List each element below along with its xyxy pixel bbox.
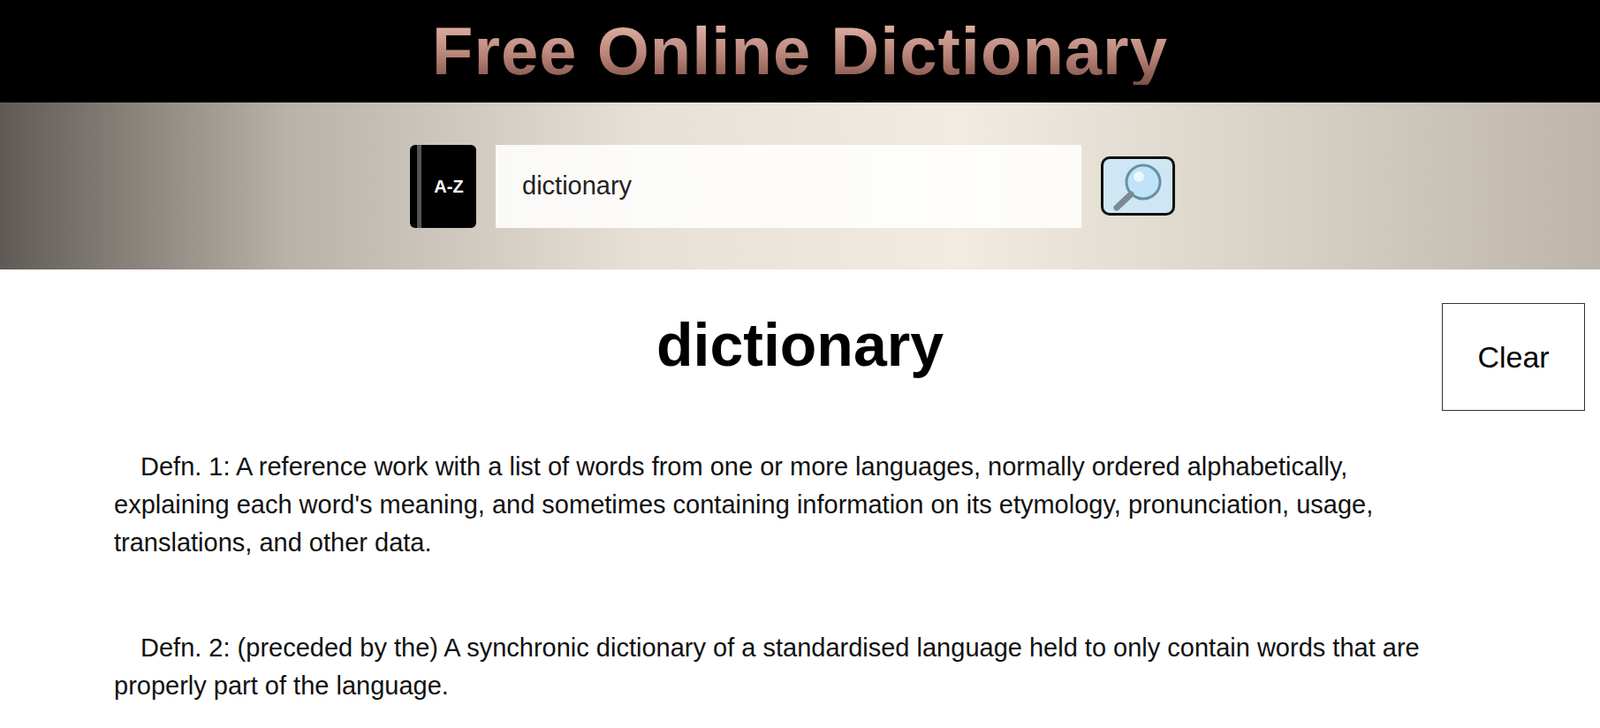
search-banner: A-Z xyxy=(0,102,1600,270)
definition: Defn. 1: A reference work with a list of… xyxy=(113,447,1468,562)
magnifier-icon xyxy=(1109,160,1167,213)
dictionary-page: Free Online Dictionary A-Z dictionary Clear… xyxy=(0,0,1600,728)
book-icon-label: A-Z xyxy=(421,177,477,196)
entry-panel: dictionary Clear Defn. 1: A reference work… xyxy=(0,269,1600,706)
site-title: Free Online Dictionary xyxy=(432,17,1168,85)
definition: Defn. 2: (preceded by the) A synchronic … xyxy=(113,629,1468,706)
definitions-list: Defn. 1: A reference work with a list of… xyxy=(0,447,1600,706)
entry-word: dictionary xyxy=(656,311,944,379)
clear-button[interactable]: Clear xyxy=(1441,303,1585,411)
search-button[interactable] xyxy=(1100,156,1176,216)
search-input[interactable] xyxy=(495,144,1082,228)
header-bar: Free Online Dictionary xyxy=(0,0,1600,103)
dictionary-book-icon[interactable]: A-Z xyxy=(409,144,477,228)
